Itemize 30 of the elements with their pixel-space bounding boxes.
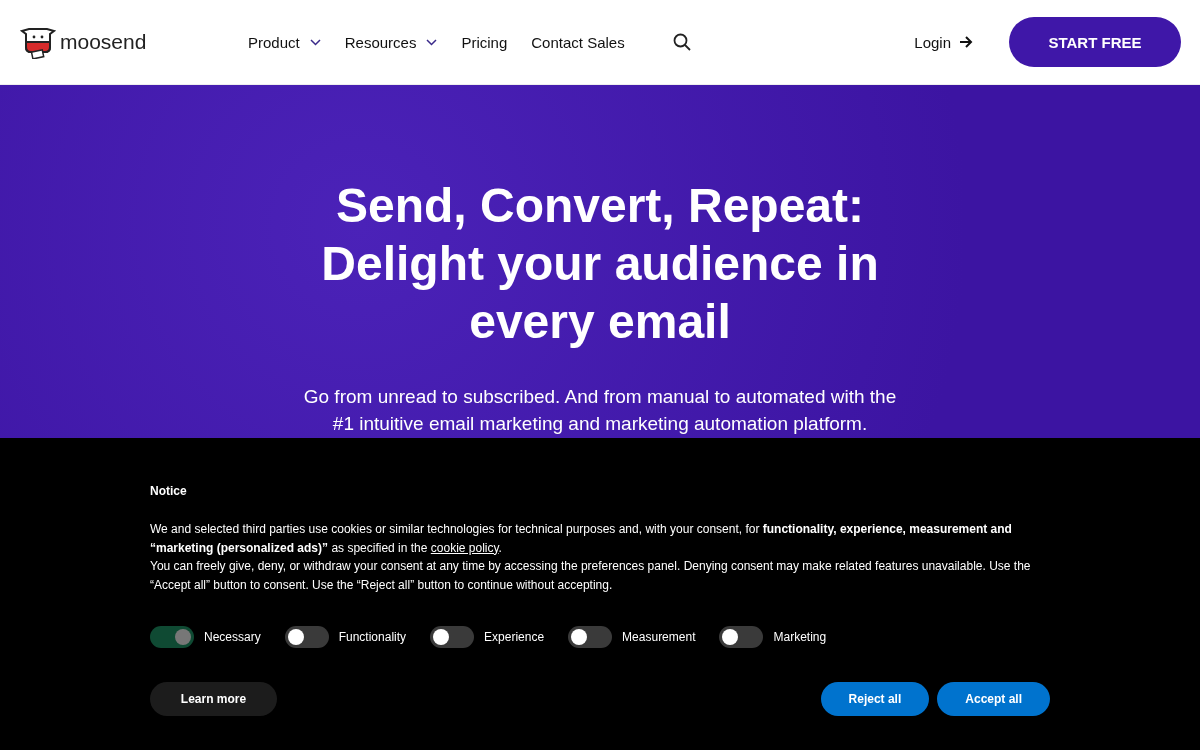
chevron-down-icon: [309, 38, 321, 46]
notice-details: You can freely give, deny, or withdraw your consent at any time by accessing the preferences panel. Denying consent may make related features unavailable. Use the “Accept all” button to consent. Use the “Reject all” button to continue without accepting.: [150, 558, 1032, 594]
chevron-down-icon: [426, 38, 438, 46]
start-free-button[interactable]: START FREE: [1009, 17, 1181, 67]
toggle-switch[interactable]: [719, 626, 764, 648]
toggle-switch[interactable]: [284, 626, 329, 648]
notice-text: We and selected third parties use cookies or similar technologies for technical purposes and, with your consent, for functionality, experience, measurement and “marketing (personalized ads)” as specified in the cookie policy.: [150, 521, 1013, 557]
login-link[interactable]: Login: [914, 33, 973, 51]
hero-title: Send, Convert, Repeat: Delight your audience in every email: [321, 178, 879, 350]
hero-subtitle: Go from unread to subscribed. And from manual to automated with the #1 intuitive email marketing and marketing automation platform.: [303, 385, 897, 436]
toggle-label: Functionality: [338, 630, 407, 644]
toggle-label: Measurement: [622, 630, 696, 644]
toggle-label: Experience: [484, 630, 545, 644]
arrow-right-icon: [959, 36, 973, 48]
cow-logo-icon: [20, 25, 56, 59]
cookie-policy-link[interactable]: cookie policy: [430, 540, 499, 555]
toggle-switch[interactable]: [568, 626, 613, 648]
notice-title: Notice: [150, 484, 188, 498]
toggle-switch[interactable]: [430, 626, 475, 648]
nav-link[interactable]: Contact Sales: [531, 33, 625, 51]
nav-link[interactable]: Resources: [344, 33, 438, 51]
learn-more-button[interactable]: Learn more: [150, 682, 277, 716]
toggle-label: Necessary: [204, 630, 261, 644]
nav-link[interactable]: Pricing: [461, 33, 508, 51]
toggle-label: Marketing: [773, 630, 827, 644]
accept-all-button[interactable]: Accept all: [937, 682, 1050, 716]
nav-link[interactable]: Product: [248, 33, 321, 51]
logo-text[interactable]: moosend: [60, 30, 147, 54]
search-icon[interactable]: [672, 33, 691, 51]
reject-all-button[interactable]: Reject all: [820, 682, 930, 716]
